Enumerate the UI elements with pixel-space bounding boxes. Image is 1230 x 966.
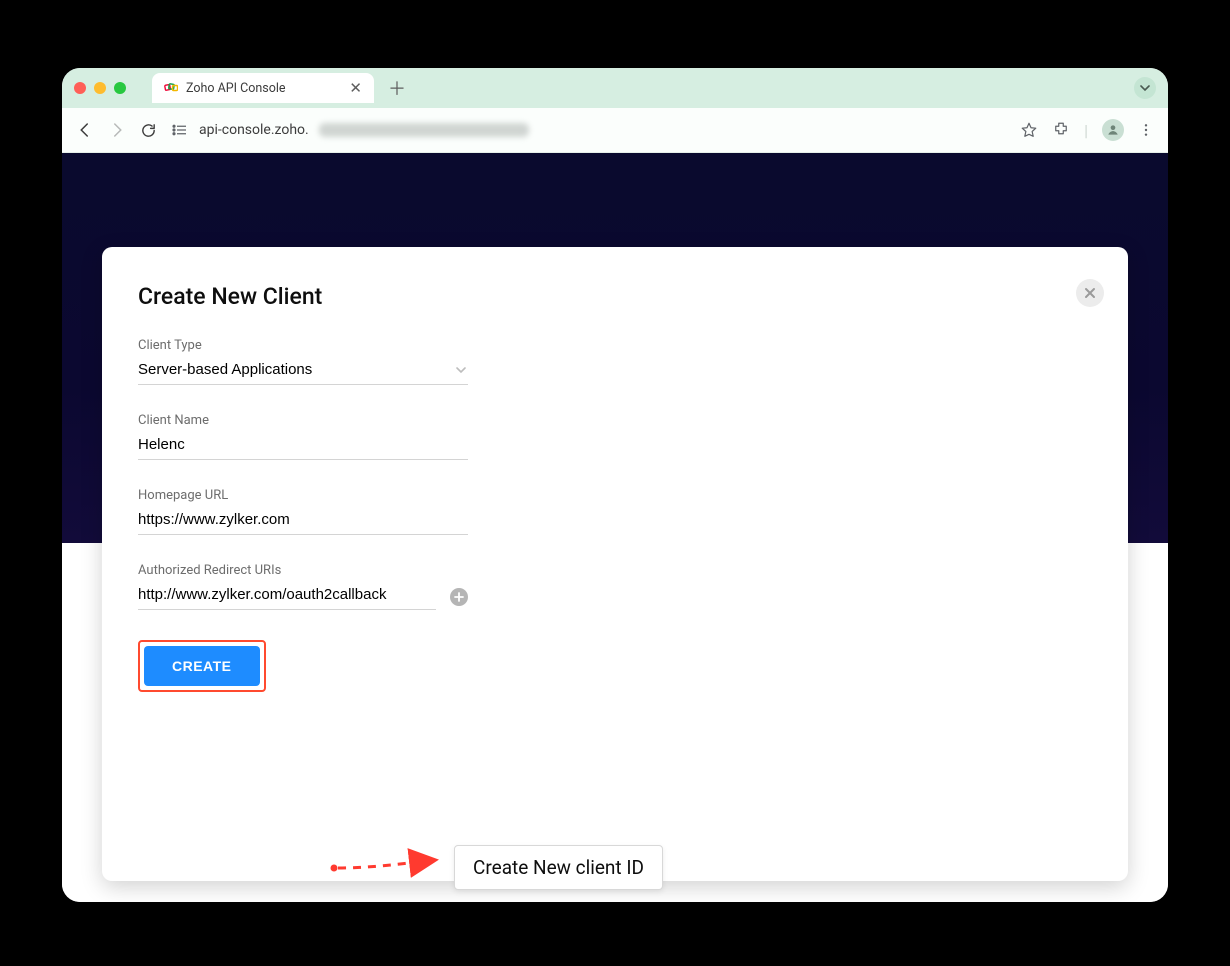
tab-title: Zoho API Console [186,81,286,96]
chevron-down-icon[interactable] [454,363,468,377]
annotation: Create New client ID [330,845,663,890]
client-name-input[interactable] [138,434,468,460]
bookmark-star-icon[interactable] [1020,121,1038,139]
redirect-input[interactable] [138,584,436,610]
nav-reload-icon[interactable] [140,122,157,139]
zoho-favicon-icon [164,81,178,95]
client-type-select[interactable] [138,359,468,385]
url-blurred-tail [319,123,529,137]
page: API Console Helenc Create New Client Cli… [62,153,1168,902]
extensions-icon[interactable] [1052,121,1070,139]
new-tab-icon[interactable]: ＋ [388,75,406,101]
redirect-label: Authorized Redirect URIs [138,563,468,578]
create-button[interactable]: CREATE [144,646,260,686]
create-client-card: Create New Client Client Type Client Nam… [102,247,1128,881]
site-info-icon[interactable] [171,121,189,139]
nav-forward-icon[interactable] [108,121,126,139]
profile-chip-icon[interactable] [1102,119,1124,141]
client-name-label: Client Name [138,413,468,428]
card-title: Create New Client [138,283,1092,310]
window-close-dot[interactable] [74,82,86,94]
window-minimize-dot[interactable] [94,82,106,94]
browser-window: Zoho API Console ✕ ＋ api-co [62,68,1168,902]
close-card-button[interactable] [1076,279,1104,307]
window-zoom-dot[interactable] [114,82,126,94]
kebab-menu-icon[interactable] [1138,122,1154,138]
homepage-label: Homepage URL [138,488,468,503]
annotation-callout: Create New client ID [454,845,663,890]
add-redirect-button[interactable] [450,588,468,606]
annotation-arrow-icon [330,850,448,886]
url-visible: api-console.zoho. [199,122,309,138]
address-field[interactable]: api-console.zoho. [171,121,1006,139]
address-bar: api-console.zoho. | [62,108,1168,153]
tab-strip: Zoho API Console ✕ ＋ [62,68,1168,108]
client-type-label: Client Type [138,338,468,353]
create-button-highlight: CREATE [138,640,266,692]
tab-close-icon[interactable]: ✕ [349,81,362,96]
nav-back-icon[interactable] [76,121,94,139]
browser-tab[interactable]: Zoho API Console ✕ [152,73,374,103]
tabs-dropdown-icon[interactable] [1134,77,1156,99]
homepage-input[interactable] [138,509,468,535]
